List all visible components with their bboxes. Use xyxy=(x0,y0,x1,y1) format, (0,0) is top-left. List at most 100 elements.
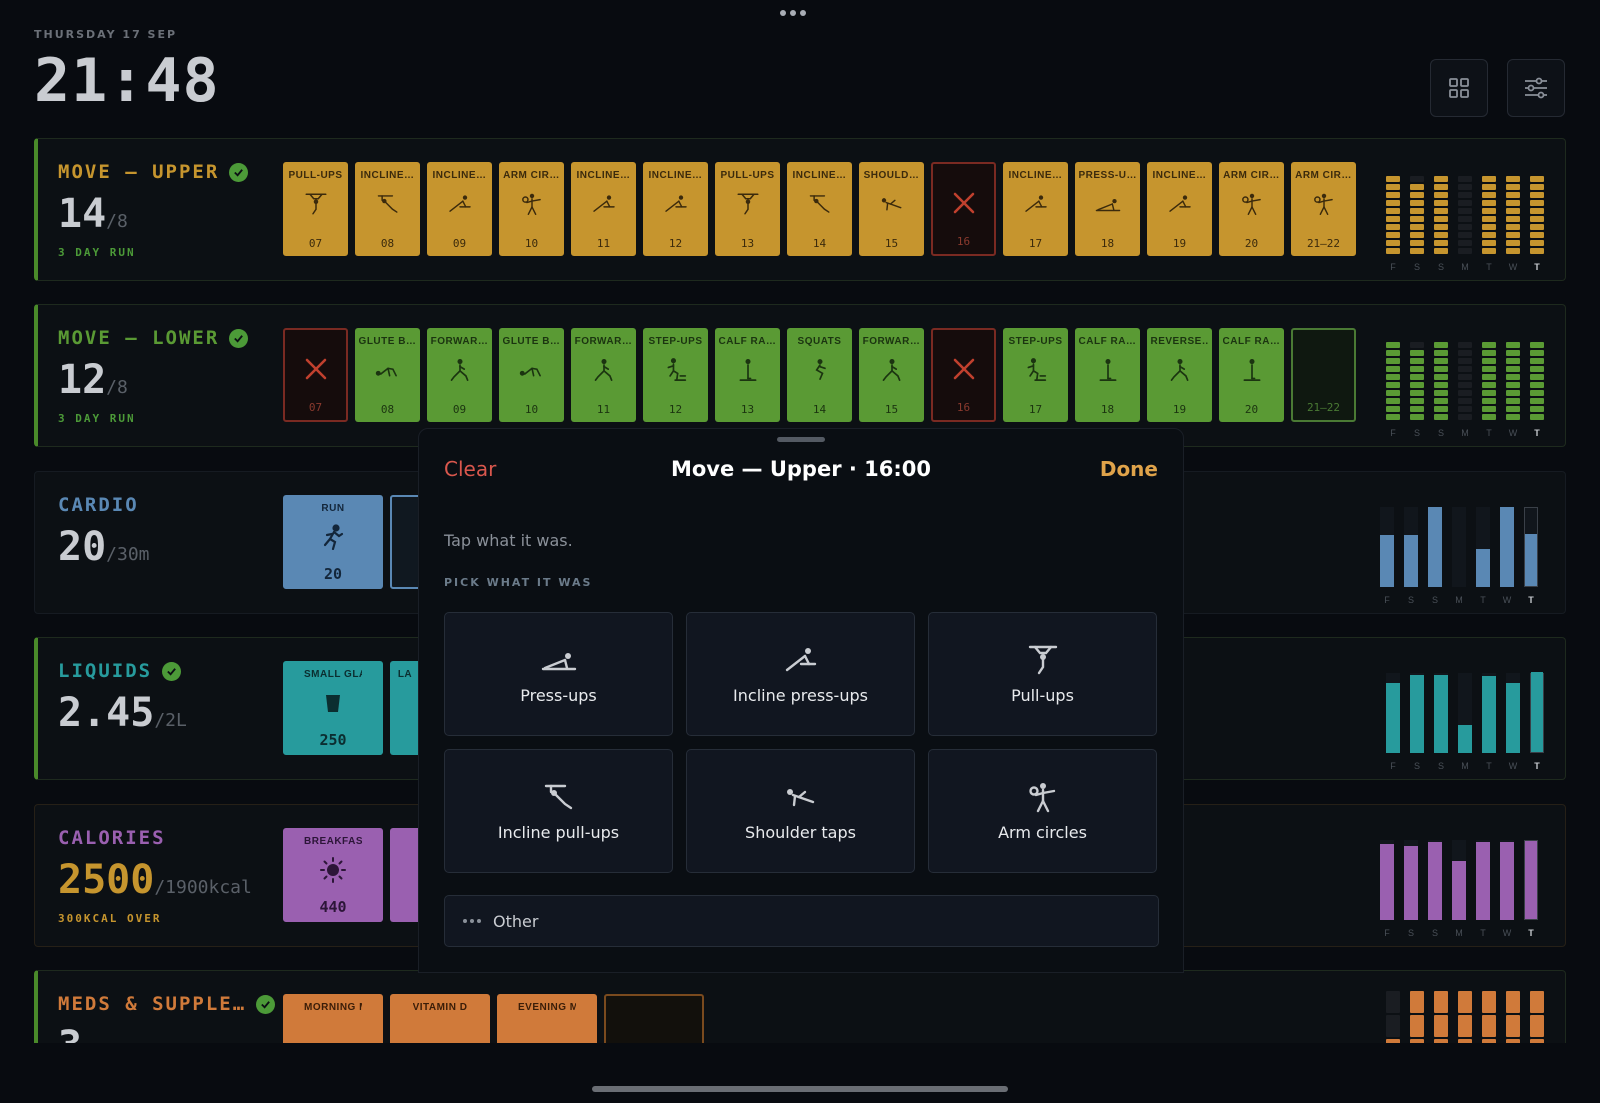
tile-small-glass[interactable]: SMALL GLASS 250 xyxy=(283,661,383,755)
row-title: CARDIO xyxy=(58,494,139,516)
day-tile-08[interactable]: GLUTE B… 08 xyxy=(355,328,420,422)
more-menu-icon[interactable] xyxy=(780,10,806,16)
day-label: T xyxy=(1534,262,1540,272)
day-bar xyxy=(1410,673,1424,753)
shoulder-taps-icon xyxy=(879,191,905,217)
day-tile-09[interactable]: INCLINE… 09 xyxy=(427,162,492,256)
day-bar xyxy=(1458,342,1472,420)
day-tile-14[interactable]: SQUATS 14 xyxy=(787,328,852,422)
calf-raise-icon xyxy=(735,357,761,383)
day-bar xyxy=(1506,673,1520,753)
day-label: T xyxy=(1486,428,1492,438)
grid-view-button[interactable] xyxy=(1430,59,1488,117)
day-label: S xyxy=(1437,428,1444,438)
day-bar xyxy=(1380,507,1394,587)
day-tile-16[interactable]: 16 xyxy=(931,328,996,422)
day-tile-19[interactable]: REVERSE… 19 xyxy=(1147,328,1212,422)
calf-raise-icon xyxy=(1239,357,1265,383)
week-bars: FSSMTWT xyxy=(1386,325,1546,440)
row-count: 20/30m xyxy=(58,524,150,570)
day-tile-17[interactable]: STEP-UPS 17 xyxy=(1003,328,1068,422)
day-tile-07[interactable]: PULL-UPS 07 xyxy=(283,162,348,256)
check-icon xyxy=(229,328,249,348)
day-label: W xyxy=(1508,262,1518,272)
glass-icon xyxy=(320,690,346,716)
incline-pressup-icon xyxy=(783,644,819,676)
day-tile-11[interactable]: INCLINE… 11 xyxy=(571,162,636,256)
tile-breakfast[interactable]: BREAKFAST 440 xyxy=(283,828,383,922)
check-icon xyxy=(229,162,249,182)
day-tile-18[interactable]: CALF RA… 18 xyxy=(1075,328,1140,422)
day-tile-17[interactable]: INCLINE… 17 xyxy=(1003,162,1068,256)
option-pull-ups[interactable]: Pull-ups xyxy=(928,612,1157,736)
day-tile-20[interactable]: CALF RA… 20 xyxy=(1219,328,1284,422)
day-tile-14[interactable]: INCLINE… 14 xyxy=(787,162,852,256)
day-bar xyxy=(1386,176,1400,254)
day-label: T xyxy=(1486,262,1492,272)
day-tile-07[interactable]: 07 xyxy=(283,328,348,422)
incline-pressup-icon xyxy=(447,191,473,217)
incline-pressup-icon xyxy=(1023,191,1049,217)
cross-icon xyxy=(303,356,329,382)
row-move-upper[interactable]: MOVE — UPPER 14/8 3 DAY RUN PULL-UPS 07 IN… xyxy=(34,138,1566,281)
option-incline-press-ups[interactable]: Incline press-ups xyxy=(686,612,915,736)
day-label: M xyxy=(1461,262,1469,272)
day-label: M xyxy=(1461,761,1469,771)
tile-strip: PULL-UPS 07 INCLINE… 08 INCLINE… 09 ARM CIR… 10… xyxy=(283,162,1356,256)
day-tile-15[interactable]: FORWAR… 15 xyxy=(859,328,924,422)
day-tile-08[interactable]: INCLINE… 08 xyxy=(355,162,420,256)
day-bar xyxy=(1458,673,1472,753)
option-incline-pull-ups[interactable]: Incline pull-ups xyxy=(444,749,673,873)
sheet-handle[interactable] xyxy=(777,437,825,442)
row-count: 12/8 xyxy=(58,357,128,403)
option-press-ups[interactable]: Press-ups xyxy=(444,612,673,736)
tile-run[interactable]: RUN 20 xyxy=(283,495,383,589)
day-tile-21–22[interactable]: 21–22 xyxy=(1291,328,1356,422)
tile-partial[interactable]: LA xyxy=(390,661,420,755)
day-label: S xyxy=(1407,928,1414,938)
tile-strip: 07 GLUTE B… 08 FORWAR… 09 GLUTE B… 10 FORWAR… 11… xyxy=(283,328,1356,422)
shoulder-taps-icon xyxy=(783,781,819,813)
settings-button[interactable] xyxy=(1507,59,1565,117)
day-tile-10[interactable]: ARM CIR… 10 xyxy=(499,162,564,256)
arm-circles-icon xyxy=(1311,191,1337,217)
day-bar xyxy=(1500,840,1514,920)
day-tile-12[interactable]: INCLINE… 12 xyxy=(643,162,708,256)
row-title: MOVE — UPPER xyxy=(58,161,249,183)
day-tile-16[interactable]: 16 xyxy=(931,162,996,256)
option-arm-circles[interactable]: Arm circles xyxy=(928,749,1157,873)
day-tile-12[interactable]: STEP-UPS 12 xyxy=(643,328,708,422)
check-icon xyxy=(256,994,276,1014)
sliders-icon xyxy=(1525,77,1547,99)
tile-partial[interactable] xyxy=(390,828,420,922)
week-bars: FSSMTWT xyxy=(1380,825,1540,940)
day-tile-11[interactable]: FORWAR… 11 xyxy=(571,328,636,422)
day-label: S xyxy=(1407,595,1414,605)
other-button[interactable]: Other xyxy=(444,895,1159,947)
day-tile-13[interactable]: CALF RA… 13 xyxy=(715,328,780,422)
day-tile-15[interactable]: SHOULD… 15 xyxy=(859,162,924,256)
day-tile-10[interactable]: GLUTE B… 10 xyxy=(499,328,564,422)
home-indicator[interactable] xyxy=(592,1086,1008,1092)
day-label: M xyxy=(1455,928,1463,938)
option-shoulder-taps[interactable]: Shoulder taps xyxy=(686,749,915,873)
day-tile-19[interactable]: INCLINE… 19 xyxy=(1147,162,1212,256)
day-bar xyxy=(1386,673,1400,753)
day-bar xyxy=(1404,840,1418,920)
done-button[interactable]: Done xyxy=(1100,457,1158,481)
day-tile-09[interactable]: FORWAR… 09 xyxy=(427,328,492,422)
day-tile-18[interactable]: PRESS-U… 18 xyxy=(1075,162,1140,256)
day-tile-21–22[interactable]: ARM CIR… 21–22 xyxy=(1291,162,1356,256)
blank-icon xyxy=(1311,348,1337,374)
day-label: T xyxy=(1480,595,1486,605)
incline-pressup-icon xyxy=(1167,191,1193,217)
day-tile-20[interactable]: ARM CIR… 20 xyxy=(1219,162,1284,256)
tile-partial[interactable] xyxy=(390,495,420,589)
row-move-lower[interactable]: MOVE — LOWER 12/8 3 DAY RUN 07 GLUTE B… 08… xyxy=(34,304,1566,447)
day-bar xyxy=(1530,176,1544,254)
day-label: T xyxy=(1528,595,1534,605)
bottom-bar xyxy=(0,1043,1600,1103)
lunge-icon xyxy=(447,357,473,383)
day-bar xyxy=(1386,342,1400,420)
day-tile-13[interactable]: PULL-UPS 13 xyxy=(715,162,780,256)
